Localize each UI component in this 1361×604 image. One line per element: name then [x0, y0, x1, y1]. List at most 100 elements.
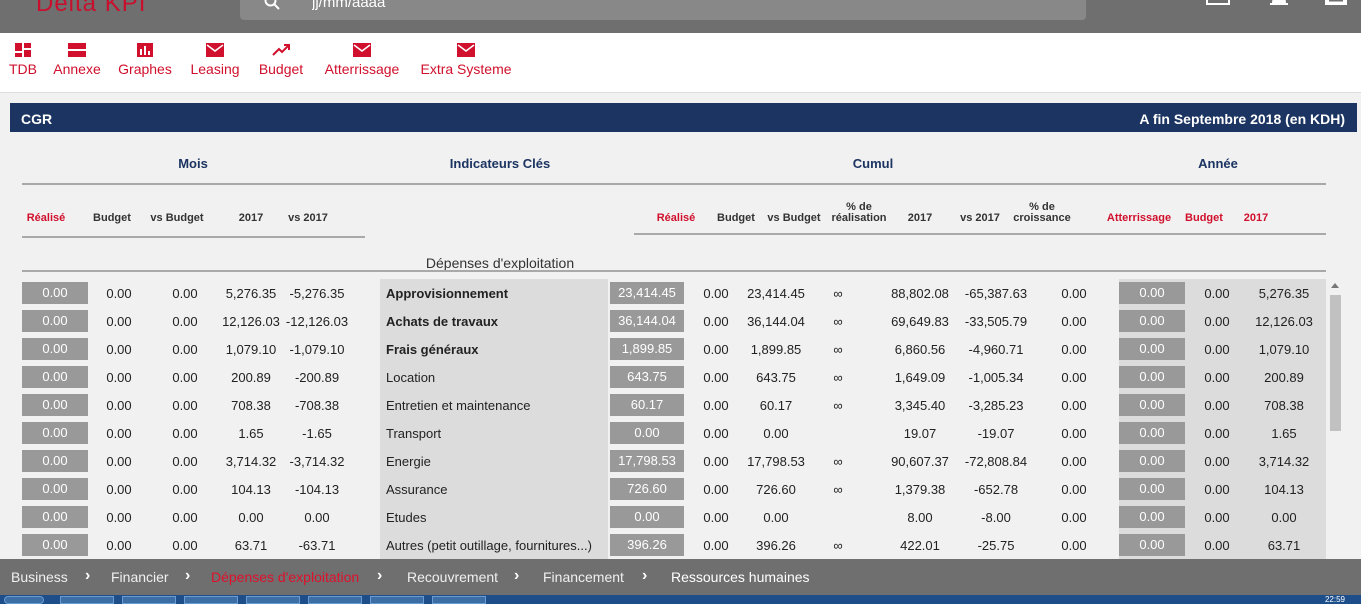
mois-value: 0.00	[106, 342, 132, 357]
indicator-label[interactable]: Autres (petit outillage, fournitures...)	[386, 538, 592, 553]
table-scrollbar[interactable]	[1328, 279, 1343, 559]
taskbar-app-4[interactable]	[246, 596, 300, 604]
report-period: A fin Septembre 2018 (en KDH)	[1139, 111, 1345, 127]
indicator-label[interactable]: Transport	[386, 426, 441, 441]
annee-value: 12,126.03	[1255, 314, 1313, 329]
mois-value: 0.00	[172, 454, 198, 469]
chevron-right-icon: ›	[377, 567, 383, 584]
cumul-realise-value: 23,414.45	[610, 282, 684, 304]
scrollbar-thumb[interactable]	[1330, 295, 1341, 431]
date-search-field[interactable]	[240, 0, 1086, 20]
mois-value: 1.65	[238, 426, 264, 441]
annee-value: 5,276.35	[1258, 286, 1310, 301]
breadcrumb: Business › Financier › Dépenses d'exploi…	[0, 559, 1361, 595]
nav-annexe[interactable]: Annexe	[52, 43, 102, 77]
atterrissage-value: 0.00	[1119, 478, 1185, 500]
mois-value: 0.00	[172, 482, 198, 497]
table-row: 0.00 0.00 0.00 3,714.32 -3,714.32 Energie 17,7…	[22, 447, 1326, 475]
crumb-ressources-humaines[interactable]: Ressources humaines	[671, 569, 810, 585]
table-icon	[68, 43, 86, 57]
annee-value: 63.71	[1267, 538, 1301, 553]
indicator-label[interactable]: Achats de travaux	[386, 314, 498, 329]
taskbar-app-5[interactable]	[308, 596, 362, 604]
scroll-up-arrow[interactable]	[1331, 283, 1339, 288]
crumb-depenses-exploitation[interactable]: Dépenses d'exploitation	[211, 569, 359, 585]
indicator-label[interactable]: Etudes	[386, 510, 426, 525]
cumul-value: 0.00	[1061, 426, 1087, 441]
mois-realise-value: 0.00	[22, 478, 88, 500]
column-header: 2017	[238, 212, 264, 224]
nav-budget[interactable]: Budget	[257, 43, 305, 77]
cumul-value: 36,144.04	[747, 314, 805, 329]
nav-graphes[interactable]: Graphes	[117, 43, 173, 77]
nav-tdb[interactable]: TDB	[8, 43, 38, 77]
cumul-value: -652.78	[973, 482, 1019, 497]
mois-value: 0.00	[106, 454, 132, 469]
top-app-bar: Delta KPI	[0, 0, 1361, 33]
nav-extra-systeme[interactable]: Extra Systeme	[418, 43, 514, 77]
taskbar-app-2[interactable]	[122, 596, 176, 604]
taskbar-app-explorer[interactable]	[60, 596, 114, 604]
crumb-financement[interactable]: Financement	[543, 569, 624, 585]
chart-icon	[137, 43, 153, 57]
nav-label: Extra Systeme	[420, 61, 512, 77]
mois-realise-value: 0.00	[22, 282, 88, 304]
column-header: Atterrissage	[1106, 212, 1172, 224]
cumul-value: -33,505.79	[964, 314, 1028, 329]
indicator-label[interactable]: Assurance	[386, 482, 447, 497]
fullscreen-icon[interactable]	[1205, 0, 1231, 14]
table-row: 0.00 0.00 0.00 104.13 -104.13 Assurance 726.60…	[22, 475, 1326, 503]
table-row: 0.00 0.00 0.00 5,276.35 -5,276.35 Approvision…	[22, 279, 1326, 307]
mois-value: 0.00	[172, 538, 198, 553]
nav-label: Atterrissage	[324, 61, 400, 77]
cumul-realise-value: 643.75	[610, 366, 684, 388]
mois-value: 0.00	[172, 286, 198, 301]
mois-value: 0.00	[172, 370, 198, 385]
indicator-label[interactable]: Location	[386, 370, 435, 385]
taskbar-app-chrome[interactable]	[184, 596, 238, 604]
crumb-business[interactable]: Business	[11, 569, 68, 585]
chevron-right-icon: ›	[85, 567, 91, 584]
cumul-value: 0.00	[1061, 370, 1087, 385]
nav-leasing[interactable]: Leasing	[189, 43, 241, 77]
mois-value: 0.00	[304, 510, 330, 525]
indicator-label[interactable]: Approvisionnement	[386, 286, 508, 301]
mois-value: 0.00	[106, 314, 132, 329]
taskbar-app-6[interactable]	[370, 596, 424, 604]
cumul-value: 1,379.38	[894, 482, 946, 497]
messages-icon[interactable]	[1323, 0, 1349, 14]
notifications-bell-icon[interactable]	[1266, 0, 1292, 14]
indicator-label[interactable]: Energie	[386, 454, 431, 469]
nav-atterrissage[interactable]: Atterrissage	[321, 43, 403, 77]
mois-value: -63.71	[298, 538, 336, 553]
os-taskbar: 22:59	[0, 595, 1361, 604]
cumul-value: 19.07	[903, 426, 937, 441]
cumul-realise-value: 726.60	[610, 478, 684, 500]
mois-value: -12,126.03	[285, 314, 349, 329]
cumul-value: 726.60	[756, 482, 796, 497]
nav-label: Budget	[258, 61, 304, 77]
app-logo[interactable]: Delta KPI	[36, 0, 146, 18]
taskbar-app-7[interactable]	[432, 596, 486, 604]
annee-value: 708.38	[1264, 398, 1304, 413]
indicator-label[interactable]: Frais généraux	[386, 342, 479, 357]
mois-value: 0.00	[172, 510, 198, 525]
date-input[interactable]	[312, 0, 612, 11]
chevron-right-icon: ›	[642, 567, 648, 584]
crumb-financier[interactable]: Financier	[111, 569, 169, 585]
table-row: 0.00 0.00 0.00 708.38 -708.38 Entretien et ma…	[22, 391, 1326, 419]
atterrissage-value: 0.00	[1119, 338, 1185, 360]
mois-realise-value: 0.00	[22, 338, 88, 360]
mois-value: 0.00	[106, 510, 132, 525]
cumul-realise-value: 1,899.85	[610, 338, 684, 360]
cumul-value: 0.00	[1061, 510, 1087, 525]
nav-label: Graphes	[118, 61, 172, 77]
mois-realise-value: 0.00	[22, 366, 88, 388]
indicator-label[interactable]: Entretien et maintenance	[386, 398, 531, 413]
atterrissage-value: 0.00	[1119, 534, 1185, 556]
start-button[interactable]	[4, 596, 44, 604]
cumul-value: 643.75	[756, 370, 796, 385]
crumb-recouvrement[interactable]: Recouvrement	[407, 569, 498, 585]
search-icon[interactable]	[264, 0, 280, 10]
cumul-header-underline	[634, 233, 1326, 235]
